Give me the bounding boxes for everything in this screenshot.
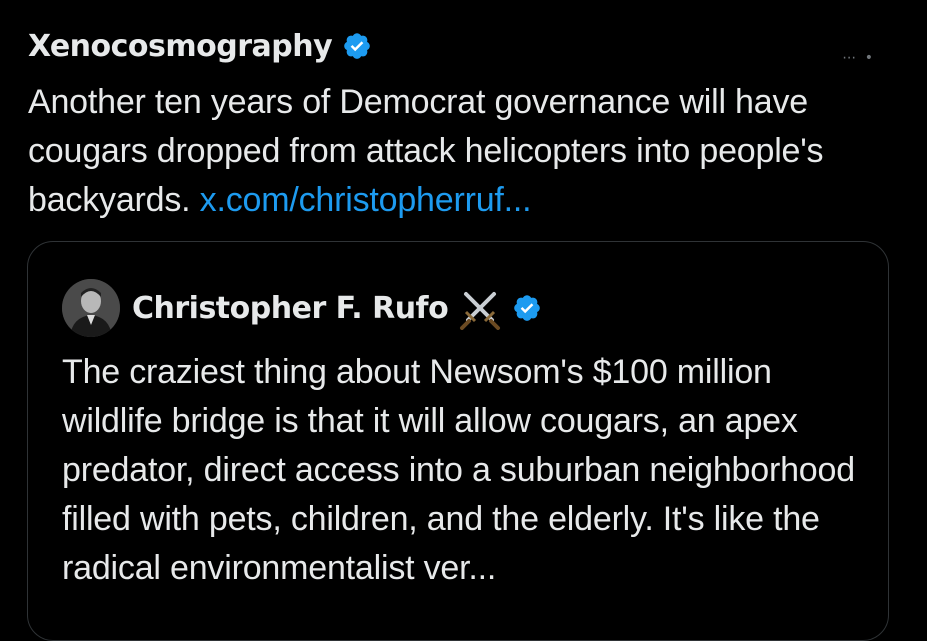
tweet-text: Another ten years of Democrat governance… <box>28 78 908 225</box>
quote-author-name[interactable]: Christopher F. Rufo <box>132 291 449 326</box>
quote-author-row: Christopher F. Rufo <box>62 278 542 338</box>
tweet-author-row: Xenocosmography <box>28 24 372 68</box>
tweet-link[interactable]: x.com/christopherruf... <box>200 181 532 219</box>
quote-tweet-text: The craziest thing about Newsom's $100 m… <box>62 353 855 587</box>
more-options-icon[interactable]: ⋯ • <box>842 50 875 66</box>
avatar[interactable] <box>62 279 120 337</box>
quote-tweet-card[interactable]: Christopher F. Rufo The craziest thing a… <box>27 241 889 641</box>
crossed-swords-icon <box>458 286 502 330</box>
verified-badge-icon <box>342 31 372 61</box>
verified-badge-icon <box>512 293 542 323</box>
tweet-author-name[interactable]: Xenocosmography <box>28 29 333 64</box>
